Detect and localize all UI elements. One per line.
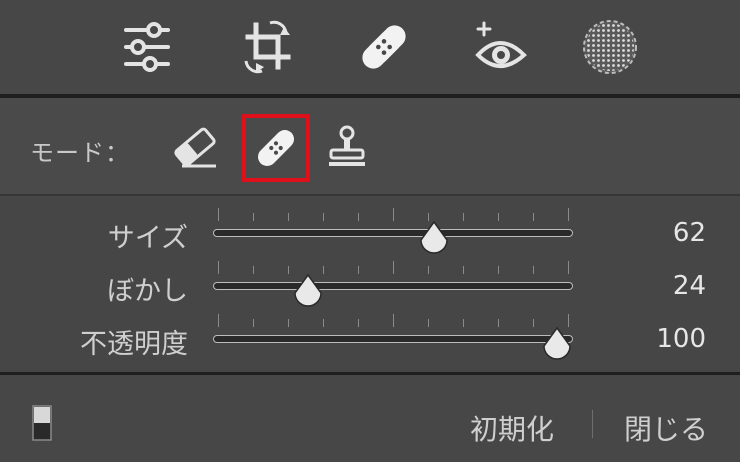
reset-button[interactable]: 初期化 [470,408,554,448]
bandage-icon [257,129,295,167]
slider-tick [568,208,569,221]
slider-tick [498,266,499,274]
slider-tick [358,266,359,274]
close-button[interactable]: 閉じる [624,408,708,448]
slider-tick [253,266,254,274]
mode-erase-button[interactable] [164,116,226,178]
opacity-label: 不透明度 [80,329,188,360]
slider-tick [288,213,289,221]
feather-slider-thumb[interactable] [291,273,325,307]
slider-tick [463,266,464,274]
slider-tick [428,319,429,327]
slider-tick [463,213,464,221]
size-ticks [213,208,573,222]
mode-divider [0,194,740,196]
size-label: サイズ [107,223,188,254]
slider-tick [393,314,394,327]
mode-label: モード： [30,139,130,167]
slider-tick [288,319,289,327]
slider-tick [323,213,324,221]
slider-tick [533,266,534,274]
slider-tick [568,261,569,274]
mode-heal-button[interactable] [242,114,310,182]
slider-tick [498,213,499,221]
size-slider-row: サイズ 62 [0,206,740,258]
size-slider-track[interactable] [213,229,573,237]
bandage-icon[interactable] [354,17,414,77]
slider-tick [253,213,254,221]
panel-toggle-icon[interactable] [32,405,52,441]
slider-tick [428,266,429,274]
eraser-icon [174,127,216,168]
slider-tick [358,319,359,327]
size-slider-thumb[interactable] [417,220,451,254]
opacity-ticks [213,314,573,328]
opacity-slider-track[interactable] [213,335,573,343]
slider-tick [218,208,219,221]
slider-tick [393,261,394,274]
feather-label: ぼかし [107,276,188,307]
slider-tick [533,319,534,327]
footer-button-divider [592,410,593,438]
feather-value: 24 [672,271,706,301]
slider-tick [218,314,219,327]
slider-tick [218,261,219,274]
opacity-slider-thumb[interactable] [540,326,574,360]
slider-tick [323,319,324,327]
slider-tick [463,319,464,327]
mode-clone-button[interactable] [316,116,378,178]
slider-tick [288,266,289,274]
eye-icon[interactable] [470,17,530,77]
opacity-slider-row: 不透明度 100 [0,312,740,364]
size-value: 62 [672,218,706,248]
sliders-icon[interactable] [117,17,177,77]
slider-tick [253,319,254,327]
feather-slider-row: ぼかし 24 [0,259,740,311]
radial-dots-icon[interactable] [580,17,640,77]
slider-tick [533,213,534,221]
slider-tick [498,319,499,327]
opacity-value: 100 [656,324,706,354]
crop-icon[interactable] [238,17,298,77]
stamp-icon [329,125,365,166]
slider-tick [393,208,394,221]
feather-ticks [213,261,573,275]
slider-tick [358,213,359,221]
feather-slider-track[interactable] [213,282,573,290]
